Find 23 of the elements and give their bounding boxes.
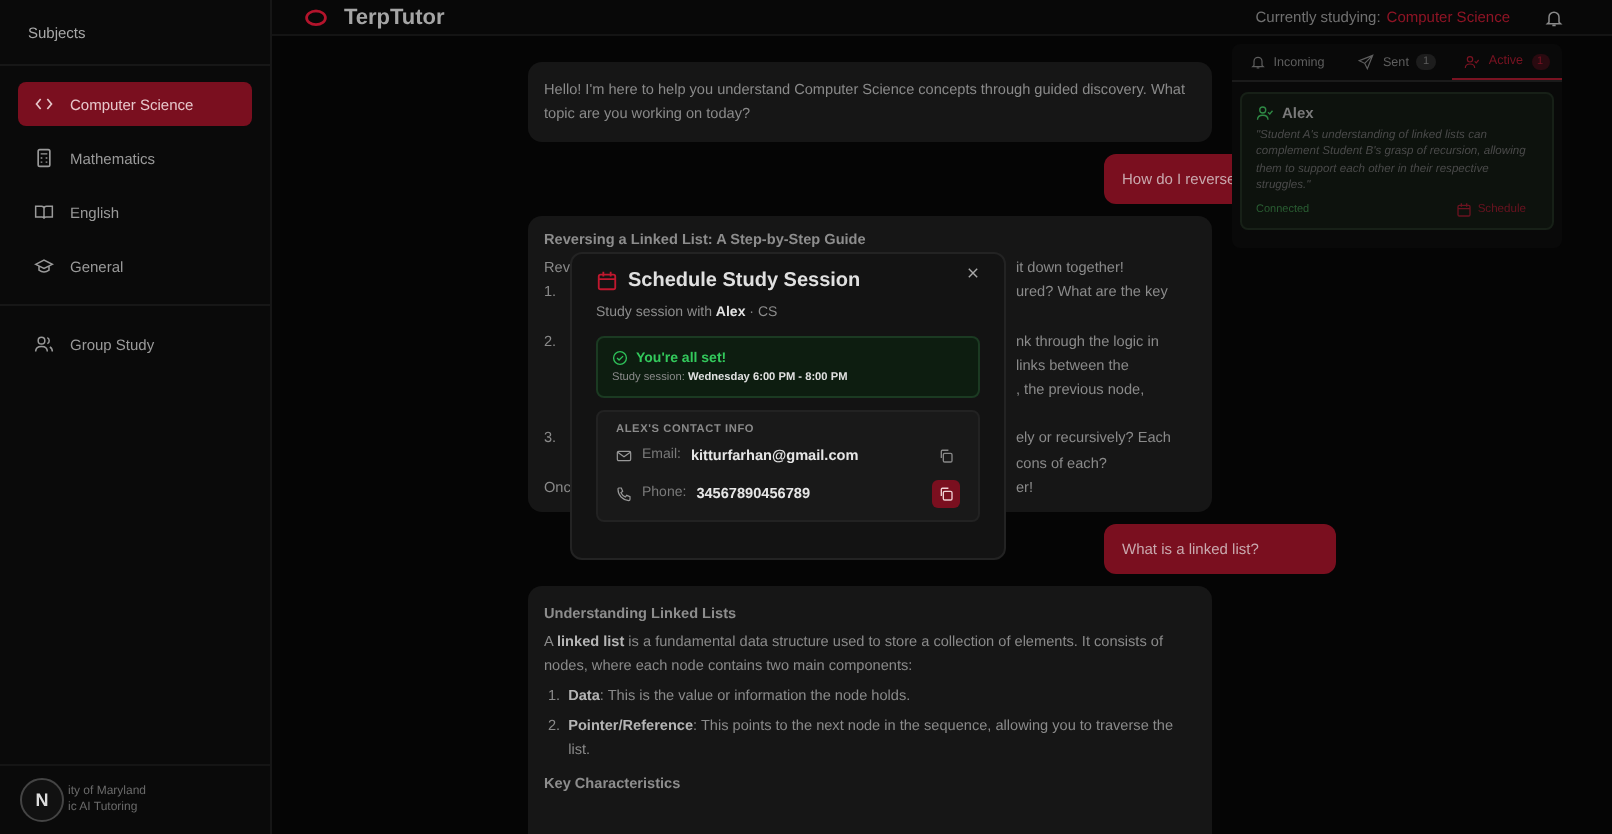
copy-button[interactable] [932,479,960,507]
calendar-icon [1455,202,1472,219]
close-icon[interactable] [966,266,980,280]
bell-icon[interactable] [1544,7,1564,27]
send-icon [1358,54,1375,70]
bell-icon [1249,54,1266,70]
logo-icon [304,6,328,28]
dialog-title: Schedule Study Session [628,270,861,292]
mail-icon [616,447,632,463]
calendar-icon [596,270,618,292]
app-title: TerpTutor [344,5,445,29]
phone-icon [616,485,632,501]
copy-icon [938,485,954,501]
copy-icon [938,447,954,463]
n-badge[interactable]: N [20,778,64,822]
check-circle-icon [612,350,628,366]
user-check-icon [1464,53,1481,69]
users-icon [34,334,54,354]
calculator-icon [34,148,54,168]
user-check-icon [1256,104,1274,122]
graduation-cap-icon [34,256,54,276]
book-icon [34,202,54,222]
code-icon [34,94,54,114]
